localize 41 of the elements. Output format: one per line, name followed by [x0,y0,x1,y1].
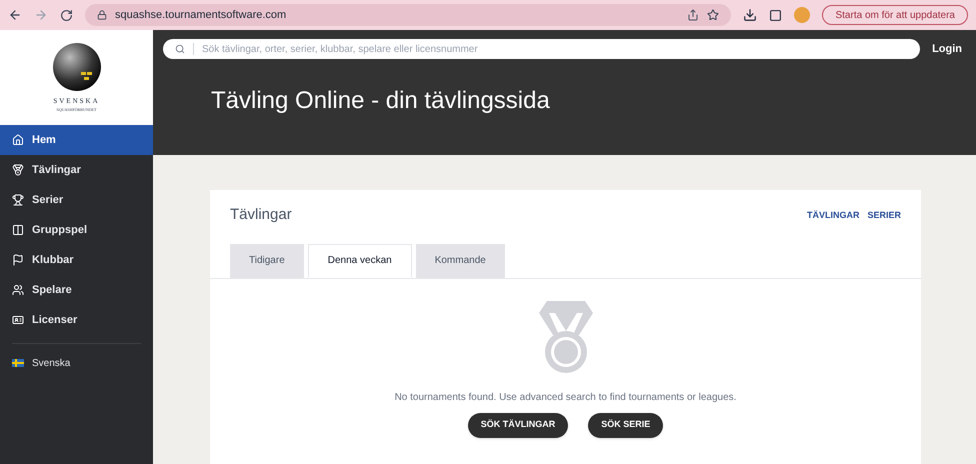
search-button[interactable]: SÖK TÄVLINGAR [468,412,568,438]
sidebar-item[interactable]: Klubbar [0,245,153,275]
sweden-flag-icon [12,359,24,367]
share-icon[interactable] [687,9,700,21]
sidebar-toggle-icon[interactable] [769,8,782,22]
search-icon [175,44,185,54]
nav-link[interactable]: SERIER [867,208,901,222]
update-button[interactable]: Starta om för att uppdatera [822,5,968,25]
sidebar-item[interactable]: Serier [0,185,153,215]
page-title: Tävling Online - din tävlingssida [211,86,551,116]
sidebar-item[interactable]: Tävlingar [0,155,153,185]
language-item[interactable]: Svenska [0,352,153,374]
tab[interactable]: Tidigare [230,244,304,278]
reload-icon[interactable] [60,8,73,22]
tab[interactable]: Kommande [416,244,505,278]
address-bar[interactable]: squashse.tournamentsoftware.com [85,4,732,26]
medal-icon [12,164,24,176]
id-card-icon [12,314,24,326]
bookmark-star-icon[interactable] [707,9,720,21]
sidebar-item[interactable]: Licenser [0,305,153,335]
trophy-icon [12,194,24,206]
home-icon [12,134,24,146]
back-icon[interactable] [8,8,22,22]
search-button[interactable]: SÖK SERIE [588,412,664,438]
download-icon[interactable] [743,8,758,22]
search-bar[interactable]: Sök tävlingar, orter, serier, klubbar, spelare eller licensnummer [163,39,920,59]
nav-link[interactable]: TÄVLINGAR [806,208,860,222]
url-text: squashse.tournamentsoftware.com [115,8,286,23]
empty-message: No tournaments found. Use advanced search to find tournaments or leagues. [394,390,736,404]
login-link[interactable]: Login [932,40,966,58]
sidebar-item[interactable]: Gruppspel [0,215,153,245]
tab[interactable]: Denna veckan [308,244,412,278]
lock-icon [97,10,107,20]
sidebar-item[interactable]: Hem [0,125,153,155]
flag-icon [12,254,24,266]
search-field[interactable]: Sök tävlingar, orter, serier, klubbar, spelare eller licensnummer [202,42,908,56]
card-title: Tävlingar [230,205,292,225]
ball-logo-icon [52,42,102,92]
medal-icon [538,300,592,376]
sidebar-item[interactable]: Spelare [0,275,153,305]
users-icon [12,284,24,296]
